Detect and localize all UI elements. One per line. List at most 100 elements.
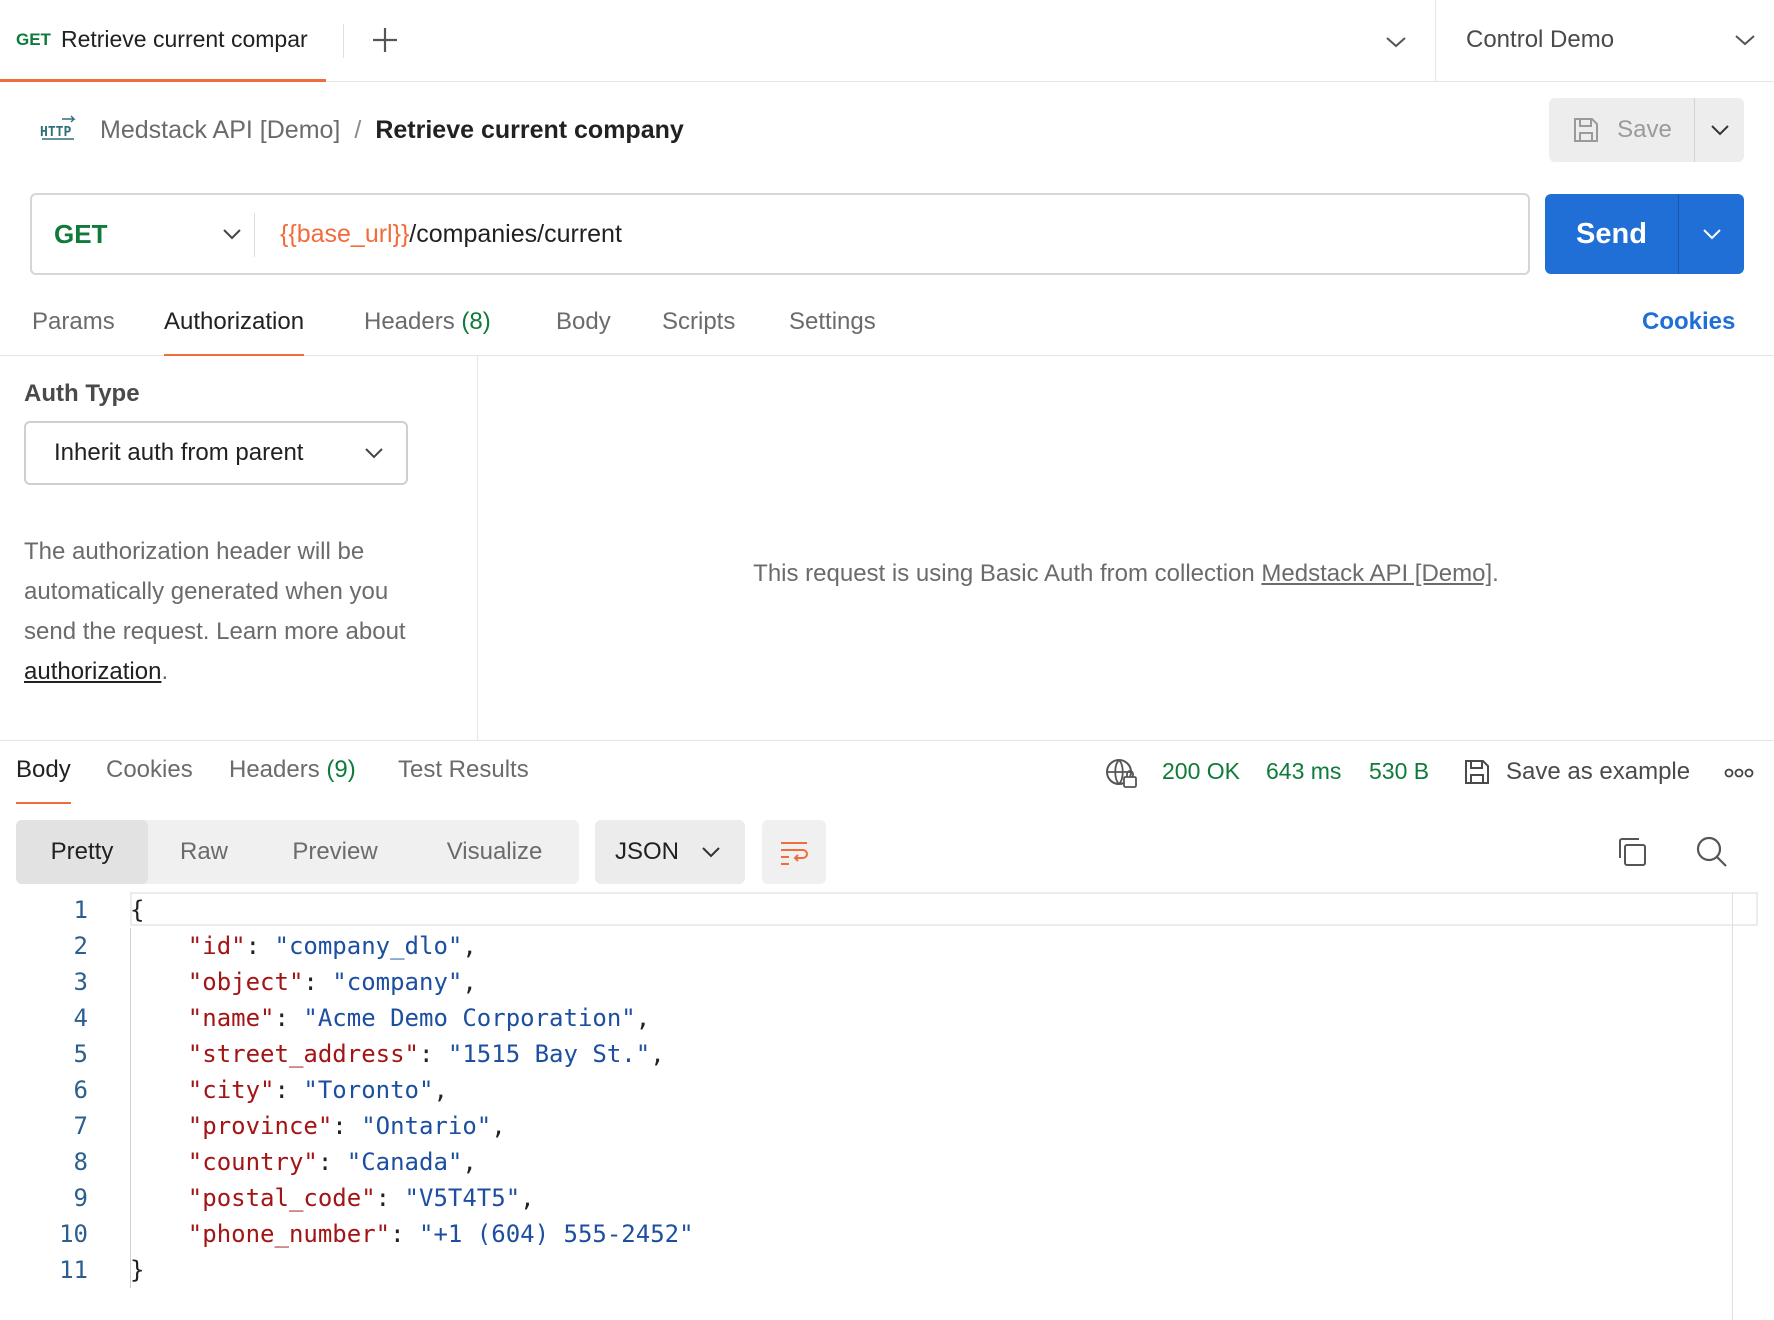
inherited-auth-prefix: This request is using Basic Auth from co…: [753, 560, 1262, 587]
line-number: 5: [73, 1040, 88, 1068]
code-line: "city": "Toronto",: [187, 1076, 448, 1104]
collection-link[interactable]: Medstack API [Demo]: [1261, 560, 1492, 587]
breadcrumb: Medstack API [Demo] / Retrieve current c…: [100, 112, 684, 148]
url-path: /companies/current: [409, 219, 622, 248]
tab-body[interactable]: Body: [556, 300, 611, 356]
line-number: 7: [73, 1112, 88, 1140]
plus-icon: [373, 28, 397, 52]
tab-settings[interactable]: Settings: [789, 300, 876, 356]
inherited-auth-message: This request is using Basic Auth from co…: [478, 560, 1774, 588]
more-options-icon[interactable]: [1724, 766, 1754, 780]
floppy-disk-icon: [1465, 760, 1489, 784]
send-button[interactable]: Send: [1545, 194, 1679, 274]
editor-scrollbar[interactable]: [1732, 892, 1733, 1320]
breadcrumb-collection[interactable]: Medstack API [Demo]: [100, 116, 340, 145]
wrap-lines-button[interactable]: [762, 820, 826, 884]
tab-scripts[interactable]: Scripts: [662, 300, 735, 356]
request-tab-method: GET: [16, 29, 51, 49]
tab-authorization[interactable]: Authorization: [164, 300, 305, 356]
active-line-highlight: [130, 892, 1758, 926]
response-divider: [0, 740, 1774, 741]
line-number: 1: [73, 896, 88, 924]
response-language-value: JSON: [615, 838, 680, 865]
line-number: 10: [59, 1220, 88, 1248]
breadcrumb-separator: /: [354, 115, 362, 144]
json-key: "phone_number": [187, 1220, 391, 1248]
response-tab-headers-count: (9): [326, 756, 356, 783]
line-number: 2: [73, 932, 88, 960]
line-number: 11: [59, 1256, 88, 1284]
response-size[interactable]: 530 B: [1369, 758, 1429, 785]
tab-scripts-label: Scripts: [662, 308, 736, 335]
json-value: "V5T4T5": [404, 1184, 521, 1212]
response-tab-cookies-label: Cookies: [106, 756, 193, 783]
response-tab-test-results-label: Test Results: [398, 756, 529, 783]
tab-params[interactable]: Params: [32, 300, 115, 356]
response-tab-headers-label: Headers: [229, 756, 320, 783]
auth-help-text: The authorization header will be automat…: [24, 532, 444, 692]
json-key: "province": [187, 1112, 333, 1140]
code-line: "province": "Ontario",: [187, 1112, 506, 1140]
breadcrumb-request[interactable]: Retrieve current company: [375, 116, 683, 145]
send-button-group: Send: [1545, 194, 1744, 274]
tab-settings-label: Settings: [789, 308, 876, 335]
view-mode-pretty[interactable]: Pretty: [16, 820, 148, 884]
environment-select[interactable]: Control Demo: [1466, 18, 1756, 62]
search-icon[interactable]: [1694, 834, 1730, 870]
code-line: }: [130, 1252, 144, 1288]
copy-icon[interactable]: [1614, 834, 1650, 870]
save-dropdown-button[interactable]: [1695, 98, 1744, 162]
response-tab-body[interactable]: Body: [16, 756, 71, 804]
line-number: 3: [73, 968, 88, 996]
response-language-select[interactable]: JSON: [595, 820, 745, 884]
view-mode-raw[interactable]: Raw: [148, 820, 260, 884]
url-variable: {{base_url}}: [280, 219, 410, 248]
response-status[interactable]: 200 OK: [1162, 758, 1240, 785]
response-time[interactable]: 643 ms: [1266, 758, 1341, 785]
view-mode-segmented-control: Pretty Raw Preview Visualize: [16, 820, 579, 884]
view-mode-preview[interactable]: Preview: [260, 820, 410, 884]
tab-divider: [343, 24, 344, 58]
response-tab-body-label: Body: [16, 756, 71, 783]
tab-headers-label: Headers: [364, 308, 455, 335]
code-line: {: [130, 892, 144, 928]
request-tab[interactable]: GET Retrieve current compar: [0, 0, 326, 82]
network-lock-icon[interactable]: [1104, 756, 1140, 792]
line-number: 4: [73, 1004, 88, 1032]
chevron-down-icon: [365, 448, 383, 459]
tabs-dropdown-button[interactable]: [1380, 26, 1412, 58]
response-tab-test-results[interactable]: Test Results: [398, 756, 529, 804]
new-tab-button[interactable]: [368, 22, 402, 58]
response-tab-cookies[interactable]: Cookies: [106, 756, 193, 804]
save-as-example-button[interactable]: Save as example: [1462, 754, 1690, 790]
code-line: "object": "company",: [187, 968, 477, 996]
cookies-link[interactable]: Cookies: [1642, 308, 1735, 336]
code-line: "id": "company_dlo",: [187, 932, 477, 960]
code-text: ,: [635, 1004, 651, 1032]
tab-headers[interactable]: Headers (8): [364, 300, 491, 356]
code-line: "phone_number": "+1 (604) 555-2452": [187, 1220, 694, 1248]
http-icon: HTTP: [40, 115, 76, 140]
line-number: 9: [73, 1184, 88, 1212]
url-input[interactable]: {{base_url}}/companies/current: [280, 195, 622, 273]
tab-headers-count: (8): [461, 308, 491, 335]
tab-params-label: Params: [32, 308, 115, 335]
json-value: "Acme Demo Corporation": [303, 1004, 636, 1032]
response-tab-headers[interactable]: Headers (9): [229, 756, 356, 804]
chevron-down-icon: [702, 847, 720, 858]
authorization-docs-link[interactable]: authorization: [24, 658, 161, 685]
code-line: "street_address": "1515 Bay St.",: [187, 1040, 665, 1068]
save-button[interactable]: Save: [1549, 98, 1695, 162]
json-key: "name": [187, 1004, 275, 1032]
auth-type-select[interactable]: Inherit auth from parent: [24, 421, 408, 485]
response-body-editor[interactable]: 1 { 2 "id": "company_dlo", 3 "object": "…: [0, 892, 1774, 1320]
inherited-auth-suffix: .: [1492, 560, 1499, 587]
save-as-example-label: Save as example: [1506, 758, 1691, 785]
chevron-down-icon: [1710, 125, 1729, 136]
http-method-select[interactable]: GET: [54, 195, 250, 273]
request-tabs: Params Authorization Headers (8) Body Sc…: [0, 300, 1774, 356]
code-text: }: [130, 1256, 145, 1284]
view-mode-visualize[interactable]: Visualize: [410, 820, 579, 884]
send-dropdown-button[interactable]: [1679, 194, 1744, 274]
json-value: "Canada": [346, 1148, 463, 1176]
